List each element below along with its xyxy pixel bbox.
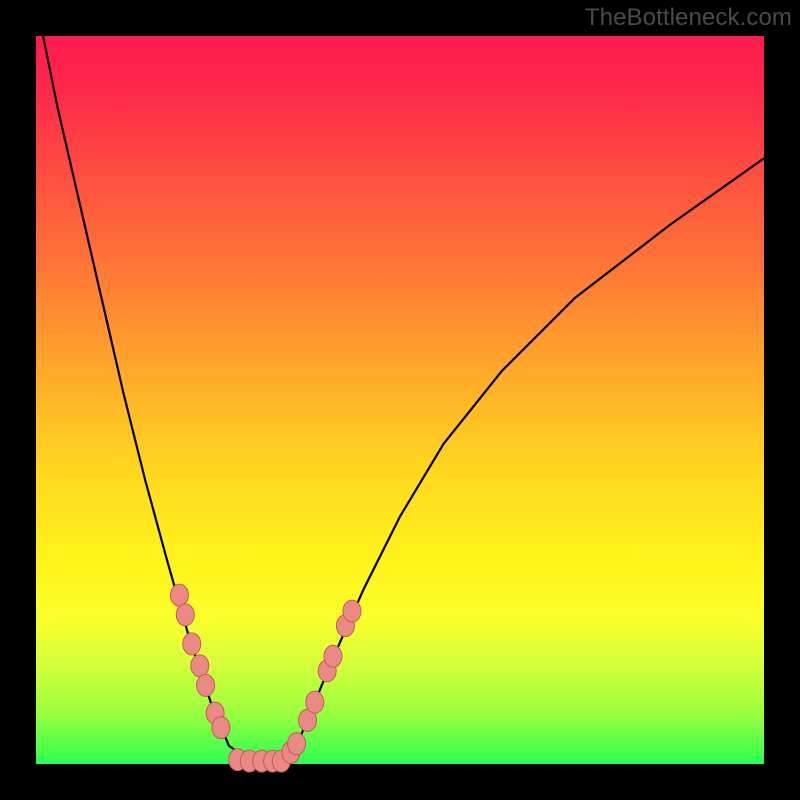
watermark-text: TheBottleneck.com: [585, 4, 792, 32]
chart-frame: TheBottleneck.com: [0, 0, 800, 800]
bead-marker: [197, 674, 215, 696]
bead-marker: [306, 691, 324, 713]
bead-marker: [170, 584, 188, 606]
chart-overlay: [36, 36, 764, 764]
curve-left-path: [36, 1, 251, 761]
bead-marker: [183, 633, 201, 655]
bead-marker: [324, 645, 342, 667]
plot-area: [36, 36, 764, 764]
curve-right-path: [284, 158, 764, 761]
bead-marker: [191, 655, 209, 677]
bead-marker: [288, 733, 306, 755]
bead-marker: [212, 717, 230, 739]
bead-marker: [176, 604, 194, 626]
bead-marker: [343, 600, 361, 622]
beads-group: [170, 584, 361, 772]
